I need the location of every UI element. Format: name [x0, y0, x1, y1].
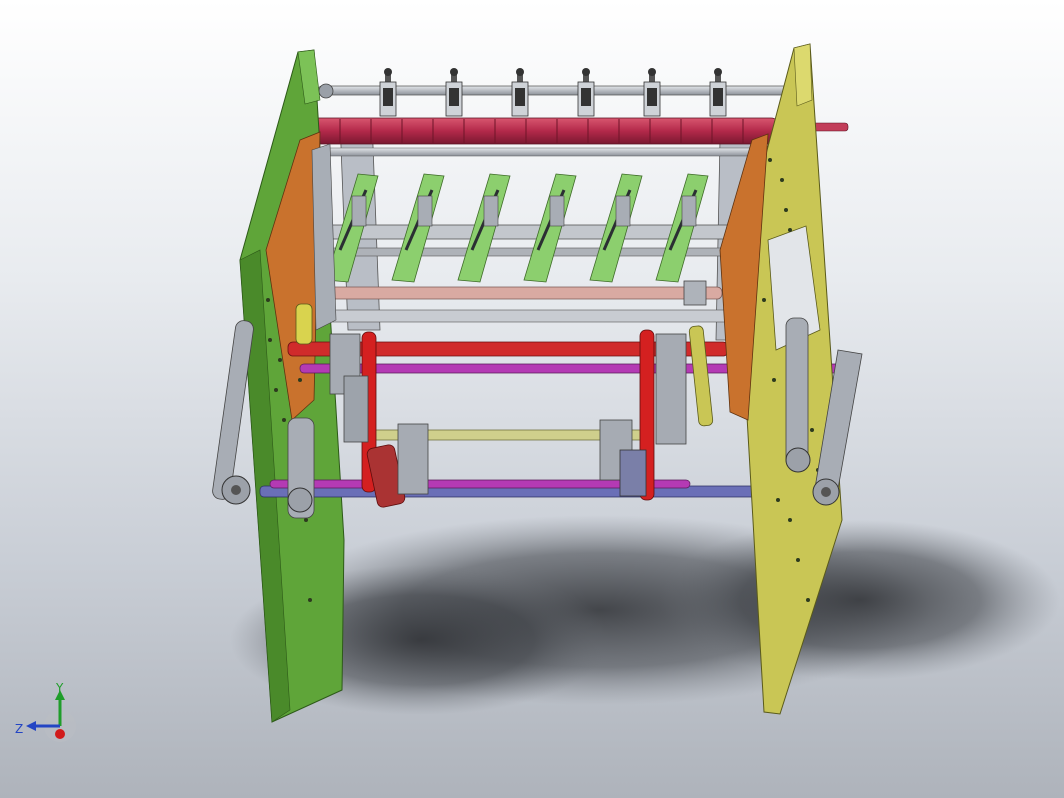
bolt	[796, 558, 800, 562]
bolt	[266, 298, 270, 302]
bolt	[304, 518, 308, 522]
bolt	[776, 498, 780, 502]
blade-holder	[643, 68, 661, 117]
cad-viewport[interactable]: Y Z	[0, 0, 1064, 798]
bolt	[768, 158, 772, 162]
triad-y-label: Y	[56, 681, 64, 695]
bolt	[772, 378, 776, 382]
blade-holder	[445, 68, 463, 117]
bolt	[278, 358, 282, 362]
bolt	[788, 228, 792, 232]
guide-rod-upper	[319, 147, 761, 157]
bolt	[298, 378, 302, 382]
bolt	[810, 428, 814, 432]
bolt	[282, 418, 286, 422]
machine-assembly-model[interactable]	[0, 0, 1064, 798]
bolt	[788, 518, 792, 522]
floor-shadow	[230, 515, 1060, 715]
bolt	[780, 178, 784, 182]
triad-z-label: Z	[15, 722, 24, 736]
coordinate-triad-icon	[26, 690, 76, 742]
bolt	[784, 208, 788, 212]
bolt	[268, 338, 272, 342]
bolt	[274, 388, 278, 392]
blade-holder	[577, 68, 595, 117]
bolt	[762, 298, 766, 302]
blade-holder	[511, 68, 529, 117]
blade-holder	[379, 68, 397, 117]
blade-holder	[709, 68, 727, 117]
bolt	[308, 598, 312, 602]
bolt	[806, 598, 810, 602]
